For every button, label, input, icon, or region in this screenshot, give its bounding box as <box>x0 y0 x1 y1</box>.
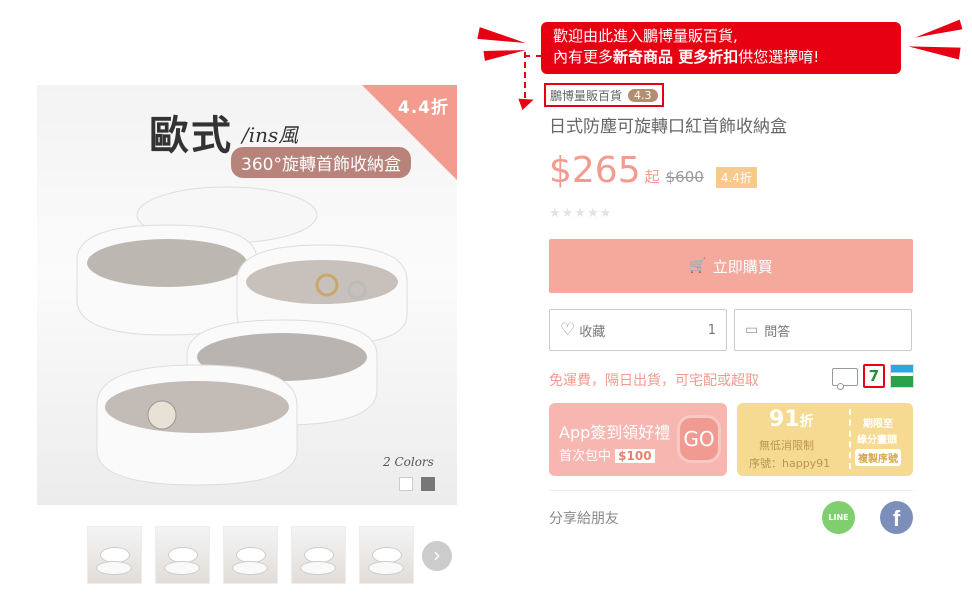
product-title: 日式防塵可旋轉口紅首飾收納盒 <box>549 117 787 137</box>
promo-line1: 歡迎由此進入鵬博量販百貨, <box>553 27 738 45</box>
code-coupon-expiry: 期限至 <box>863 419 893 430</box>
thumbnail[interactable] <box>359 526 414 584</box>
coupon-divider <box>849 409 851 469</box>
store-promo-banner[interactable]: 歡迎由此進入鵬博量販百貨, 內有更多新奇商品 更多折扣供您選擇唷! <box>541 22 901 74</box>
store-rating-badge: 4.3 <box>628 88 658 102</box>
discount-badge: 4.4折 <box>715 167 757 188</box>
chat-bubble-icon: ▭ <box>745 322 759 338</box>
product-main-image[interactable]: 4.4折 歐式 /ins風 360°旋轉首飾收納盒 2 Colors <box>37 85 457 505</box>
sale-price: $265 <box>549 150 641 191</box>
image-subtitle: 360°旋轉首飾收納盒 <box>231 147 411 178</box>
image-colors-text: 2 Colors <box>383 455 434 469</box>
favorite-label: 收藏 <box>579 324 606 340</box>
original-price: $600 <box>665 168 704 186</box>
app-coupon-go-button[interactable]: GO <box>677 415 721 463</box>
code-coupon-discount: 91折 <box>769 407 814 432</box>
truck-icon <box>832 368 858 390</box>
divider <box>549 490 913 491</box>
app-coupon-banner[interactable]: App簽到領好禮 首次包中 $100 GO <box>549 403 727 476</box>
thumbnail[interactable] <box>291 526 346 584</box>
thumbnail[interactable] <box>87 526 142 584</box>
promo-arrow-icon <box>913 19 963 43</box>
seven-eleven-icon: 7 <box>863 364 885 388</box>
qa-label: 問答 <box>764 324 791 340</box>
code-coupon-code: 序號：happy91 <box>749 457 831 470</box>
thumbnail[interactable] <box>155 526 210 584</box>
thumbnail-strip <box>87 526 427 584</box>
buy-now-label: 立即購買 <box>712 257 773 276</box>
promo-arrow-icon <box>483 45 527 61</box>
code-coupon-expiry-detail: 綠分畫頭 <box>857 435 897 446</box>
image-title: 歐式 <box>149 112 233 159</box>
code-coupon-note: 無低消限制 <box>759 439 814 452</box>
image-title-ins: /ins風 <box>242 123 299 147</box>
thumbnail[interactable] <box>223 526 278 584</box>
shipping-info: 免運費，隔日出貨，可宅配或超取 <box>549 373 759 389</box>
app-coupon-title: App簽到領好禮 <box>559 423 671 442</box>
heart-icon: ♡ <box>560 320 576 340</box>
qa-button[interactable]: ▭ 問答 <box>734 309 912 351</box>
rating-stars: ★★★★★ <box>549 206 613 221</box>
app-coupon-subtitle: 首次包中 $100 <box>559 445 655 464</box>
promo-connector <box>524 52 526 98</box>
promo-line2: 內有更多新奇商品 更多折扣供您選擇唷! <box>553 48 820 66</box>
facebook-share-icon[interactable]: f <box>880 501 913 534</box>
color-swatch-gray <box>421 477 435 491</box>
promo-pointer-icon <box>518 93 536 111</box>
favorite-count: 1 <box>707 322 716 338</box>
copy-code-button[interactable]: 複製序號 <box>855 449 901 466</box>
store-link[interactable]: 鵬博量販百貨 4.3 <box>544 83 664 107</box>
favorite-button[interactable]: ♡ 收藏 1 <box>549 309 727 351</box>
promo-connector <box>524 55 542 57</box>
price-suffix: 起 <box>644 168 660 186</box>
promo-arrow-icon <box>907 40 961 60</box>
color-swatch-white <box>399 477 413 491</box>
familymart-icon <box>890 364 914 388</box>
buy-now-button[interactable]: 🛒 立即購買 <box>549 239 913 293</box>
code-coupon-banner[interactable]: 91折 無低消限制 序號：happy91 期限至 綠分畫頭 複製序號 <box>737 403 913 476</box>
share-label: 分享給朋友 <box>549 511 619 527</box>
store-name: 鵬博量販百貨 <box>550 88 623 103</box>
discount-ribbon-label: 4.4折 <box>397 98 449 118</box>
thumbnail-next-button[interactable]: › <box>422 541 452 571</box>
price-row: $265 起 $600 4.4折 <box>549 150 757 191</box>
line-share-icon[interactable]: LINE <box>822 501 855 534</box>
cart-icon: 🛒 <box>689 258 707 274</box>
